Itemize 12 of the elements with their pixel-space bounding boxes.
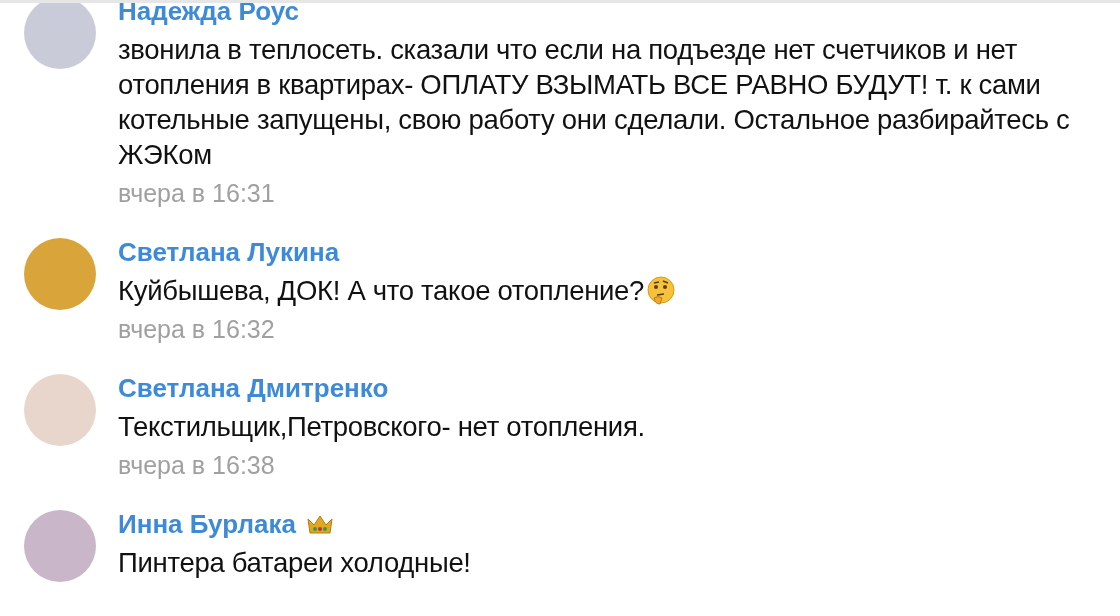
message-text: Текстильщик,Петровского- нет отопления. (118, 410, 646, 444)
author-name[interactable]: Инна Бурлака (118, 508, 296, 540)
message-time: вчера в 16:38 (118, 450, 276, 481)
author-name[interactable]: Светлана Дмитренко (118, 372, 389, 404)
message-text: звонила в теплосеть. сказали что если на подъезде нет счетчиков и нет отопления в квартирах- ОПЛАТУ ВЗЫМАТЬ ВСЕ РАВНО БУДУТ! т. к сами котельные запущены, свою работу они сделали. Остальное разбирайтесь с ЖЭКом (118, 33, 1071, 172)
thinking-face-icon (646, 276, 677, 306)
author-name[interactable]: Светлана Лукина (118, 236, 340, 268)
message-time: вчера в 16:32 (118, 314, 276, 345)
message-text: Пинтера батареи холодные! (118, 546, 472, 580)
message-time: вчера в 16:31 (118, 178, 276, 209)
message-text: Куйбышева, ДОК! А что такое отопление? (118, 273, 1114, 308)
crown-icon (305, 513, 334, 535)
